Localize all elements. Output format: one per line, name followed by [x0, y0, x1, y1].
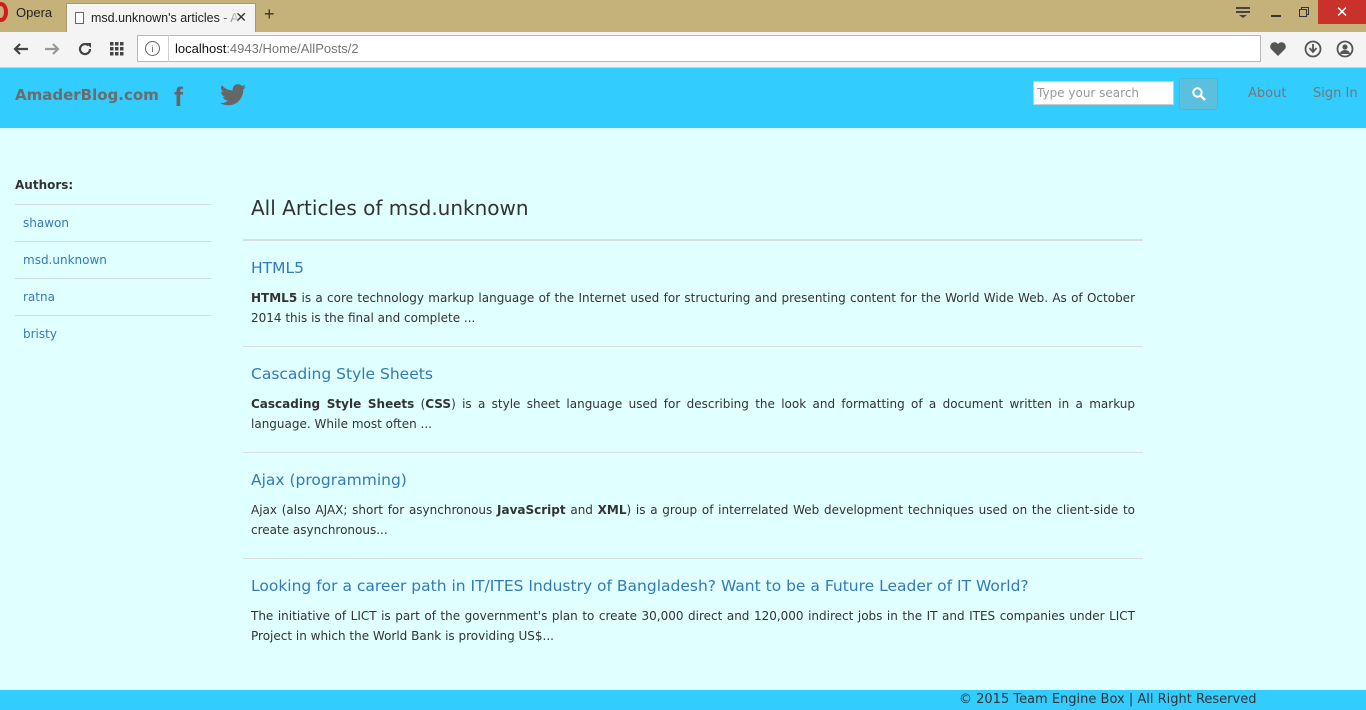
opera-logo-icon: [0, 2, 8, 22]
account-icon[interactable]: [1331, 37, 1359, 61]
article-item: Looking for a career path in IT/ITES Ind…: [243, 559, 1143, 665]
browser-tab-bar: Opera msd.unknown's articles - AmaderBlo…: [0, 0, 1366, 32]
site-info-icon[interactable]: i: [145, 41, 160, 56]
article-title-link[interactable]: Cascading Style Sheets: [251, 365, 1135, 383]
page-icon: [75, 12, 84, 24]
article-title-link[interactable]: Ajax (programming): [251, 471, 1135, 489]
article-excerpt: HTML5 is a core technology markup langua…: [251, 288, 1135, 328]
authors-heading: Authors:: [15, 178, 74, 192]
url-path: :4943/Home/AllPosts/2: [226, 41, 359, 56]
minimize-icon[interactable]: [1262, 0, 1290, 24]
downloads-icon[interactable]: [1299, 37, 1327, 61]
article-title-link[interactable]: Looking for a career path in IT/ITES Ind…: [251, 577, 1135, 595]
site-navbar: AmaderBlog.com f About Sign In: [0, 68, 1366, 128]
speed-dial-grid-icon[interactable]: [105, 38, 129, 60]
excerpt-text: is a core technology markup language of …: [251, 291, 1135, 325]
tab-title: msd.unknown's articles - AmaderBlog: [91, 11, 241, 25]
author-link[interactable]: bristy: [15, 315, 211, 352]
article-item: HTML5 HTML5 is a core technology markup …: [243, 241, 1143, 347]
author-link[interactable]: msd.unknown: [15, 241, 211, 278]
address-separator: [168, 35, 169, 62]
opera-menu-button[interactable]: Opera: [0, 0, 62, 24]
url-host: localhost: [175, 41, 227, 56]
site-brand-link[interactable]: AmaderBlog.com: [15, 86, 159, 104]
excerpt-text: (: [414, 397, 426, 411]
author-link[interactable]: shawon: [15, 204, 211, 241]
excerpt-bold-term: XML: [597, 503, 627, 517]
footer-copyright: © 2015 Team Engine Box | All Right Reser…: [959, 692, 1257, 707]
excerpt-bold-term: JavaScript: [497, 503, 566, 517]
author-link[interactable]: ratna: [15, 278, 211, 315]
excerpt-text: and: [565, 503, 598, 517]
back-arrow-icon[interactable]: [9, 38, 33, 60]
site-footer: © 2015 Team Engine Box | All Right Reser…: [0, 690, 1366, 710]
authors-sidebar: Authors: shawon msd.unknown ratna bristy: [15, 178, 211, 352]
search-input[interactable]: [1033, 81, 1174, 105]
article-excerpt: Ajax (also AJAX; short for asynchronous …: [251, 500, 1135, 540]
forward-arrow-icon[interactable]: [40, 38, 64, 60]
excerpt-text: Ajax (also AJAX; short for asynchronous: [251, 503, 497, 517]
search-icon: [1191, 87, 1206, 101]
opera-menu-label: Opera: [16, 4, 53, 20]
restore-icon[interactable]: [1290, 0, 1318, 24]
stash-heart-icon[interactable]: [1264, 37, 1292, 61]
new-tab-button[interactable]: +: [264, 4, 275, 25]
browser-toolbar: i localhost :4943/Home/AllPosts/2: [0, 32, 1366, 68]
excerpt-bold-term: Cascading Style Sheets: [251, 397, 415, 411]
address-bar[interactable]: i localhost :4943/Home/AllPosts/2: [137, 35, 1261, 62]
article-excerpt: Cascading Style Sheets (CSS) is a style …: [251, 394, 1135, 434]
articles-main: All Articles of msd.unknown HTML5 HTML5 …: [243, 196, 1143, 665]
nav-signin-link[interactable]: Sign In: [1313, 86, 1358, 101]
twitter-icon[interactable]: [220, 84, 246, 110]
article-excerpt: The initiative of LICT is part of the go…: [251, 606, 1135, 646]
article-item: Ajax (programming) Ajax (also AJAX; shor…: [243, 453, 1143, 559]
browser-tab-active[interactable]: msd.unknown's articles - AmaderBlog ✕: [66, 3, 256, 32]
reload-icon[interactable]: [73, 38, 97, 60]
page-title: All Articles of msd.unknown: [243, 196, 1143, 241]
facebook-icon[interactable]: f: [174, 82, 183, 113]
window-close-icon[interactable]: ✕: [1318, 0, 1366, 24]
article-item: Cascading Style Sheets Cascading Style S…: [243, 347, 1143, 453]
tab-close-icon[interactable]: ✕: [235, 9, 247, 26]
search-button[interactable]: [1179, 78, 1218, 110]
excerpt-text: The initiative of LICT is part of the go…: [251, 609, 1135, 643]
excerpt-bold-term: CSS: [425, 397, 452, 411]
nav-about-link[interactable]: About: [1248, 86, 1286, 101]
excerpt-bold-term: HTML5: [251, 291, 298, 305]
tab-menu-icon[interactable]: [1228, 0, 1258, 24]
article-title-link[interactable]: HTML5: [251, 259, 1135, 277]
